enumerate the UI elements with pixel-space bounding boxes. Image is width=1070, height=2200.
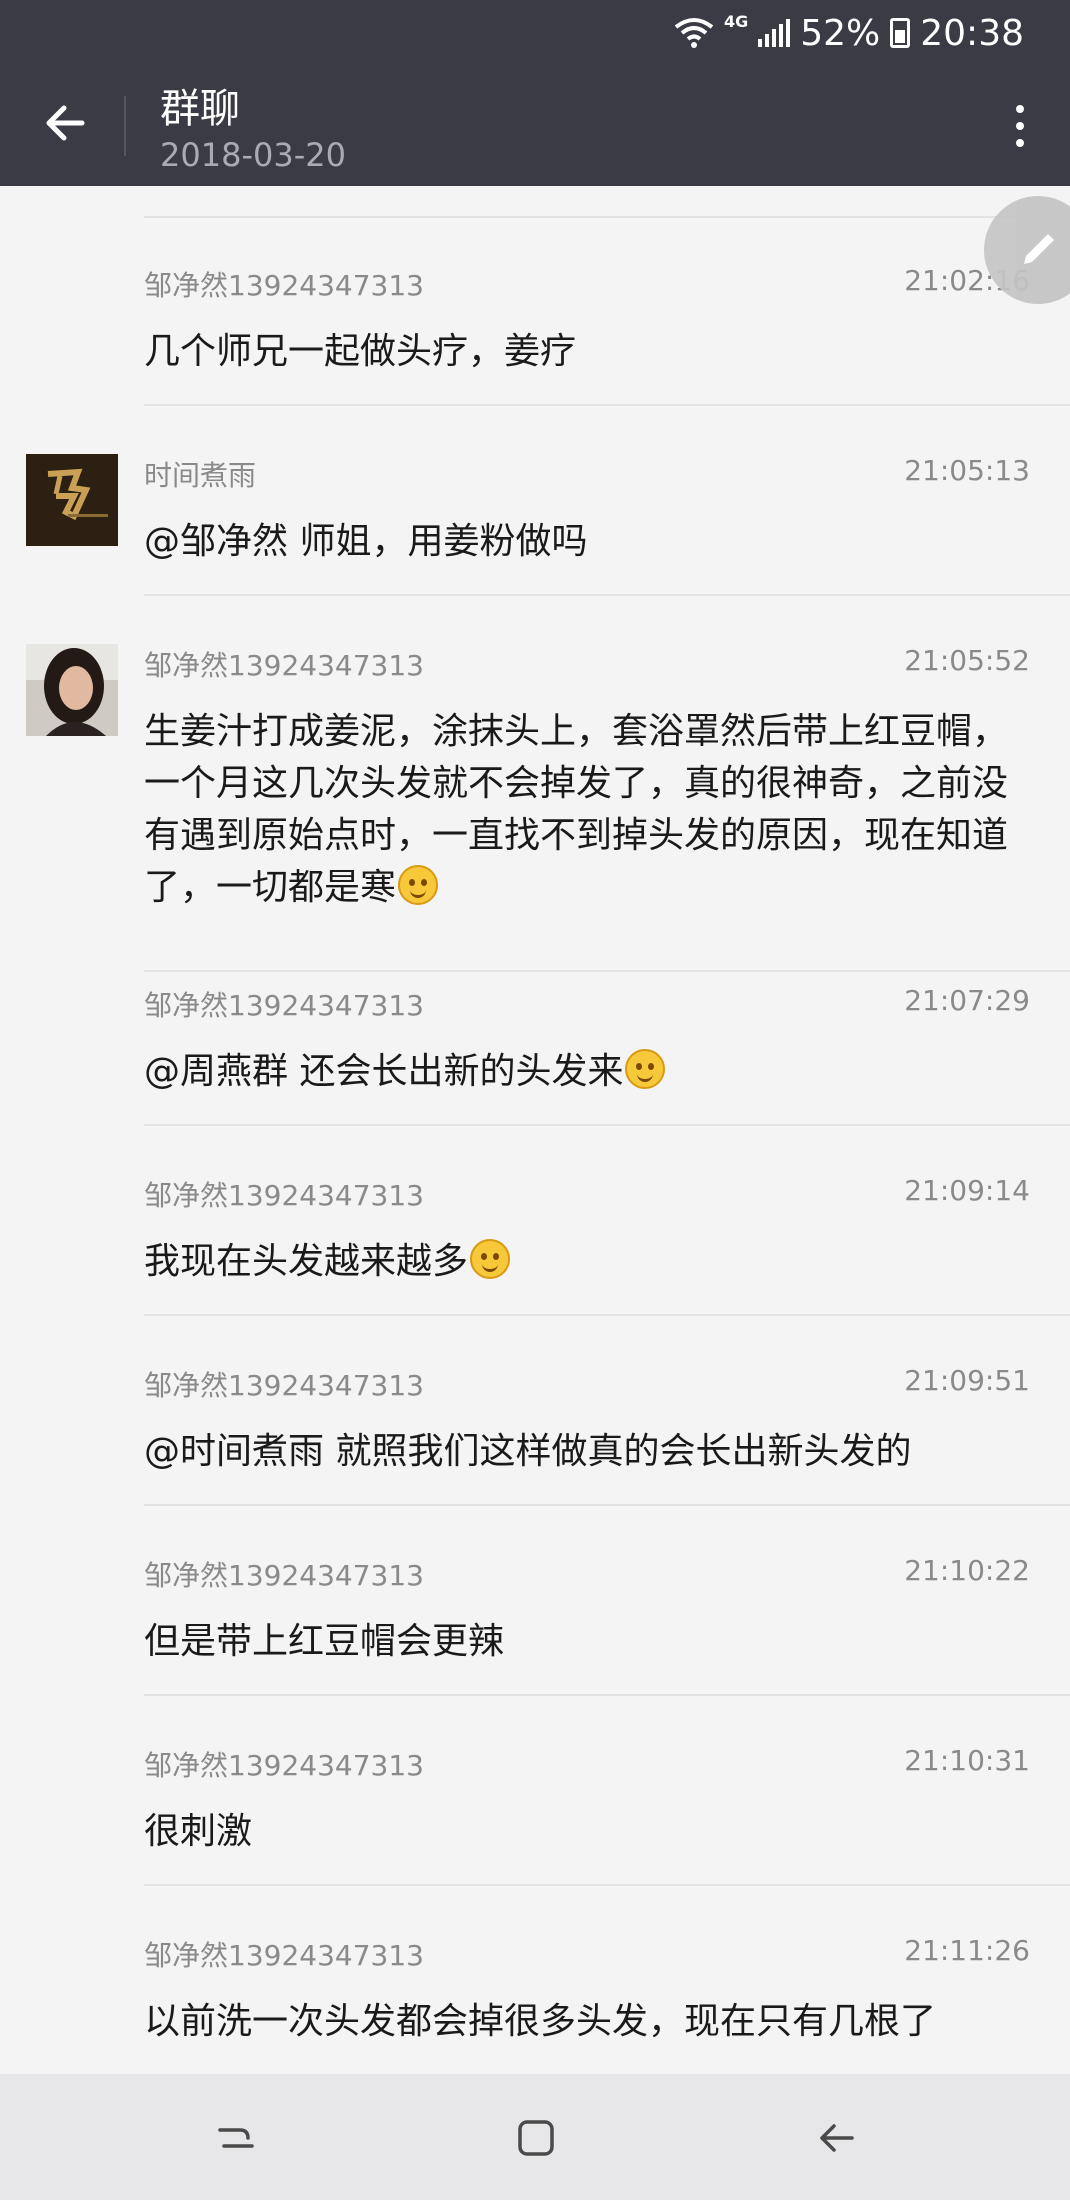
message-text: 但是带上红豆帽会更辣 [144,1621,505,1662]
top-bar: 4G 52% 20:38 群聊 2018-03-20 [0,0,1070,186]
battery-icon [890,18,911,48]
recent-apps-button[interactable] [206,2108,266,2168]
sender-name: 邹净然13924347313 [144,649,424,682]
list-item[interactable]: 邹净然13924347313 21:05:52 生姜汁打成姜泥，涂抹头上，套浴罩… [0,644,1070,1004]
message-time: 21:10:22 [904,1554,1030,1587]
message-text: 我现在头发越来越多 [144,1236,1024,1288]
message-text: 很刺激 [144,1811,253,1852]
status-bar: 4G 52% 20:38 [674,8,1024,58]
message-time: 21:07:29 [904,984,1030,1017]
sender-name: 邹净然13924347313 [144,1749,424,1782]
message-time: 21:05:52 [904,644,1030,677]
message-time: 21:09:14 [904,1174,1030,1207]
divider [144,1314,1070,1316]
divider [144,970,1070,972]
divider [144,594,1070,596]
message-text-content: 我现在头发越来越多 [144,1241,469,1282]
sender-name: 邹净然13924347313 [144,1559,424,1592]
message-text: 几个师兄一起做头疗，姜疗 [144,331,577,372]
clock: 20:38 [920,12,1024,54]
list-item[interactable]: 时间煮雨 21:05:13 @邹净然 师姐，用姜粉做吗 [0,454,1070,626]
message-time: 21:09:51 [904,1364,1030,1397]
divider [144,1124,1070,1126]
message-text: @时间煮雨 就照我们这样做真的会长出新头发的 [144,1431,912,1472]
pencil-icon [1024,234,1054,264]
smile-emoji-icon [625,1049,666,1089]
message-text: 以前洗一次头发都会掉很多头发，现在只有几根了 [144,2001,937,2042]
divider [144,216,1070,218]
wifi-icon [674,18,714,48]
message-text-content: 生姜汁打成姜泥，涂抹头上，套浴罩然后带上红豆帽，一个月这几次头发就不会掉发了，真… [144,711,1009,908]
message-text: 生姜汁打成姜泥，涂抹头上，套浴罩然后带上红豆帽，一个月这几次头发就不会掉发了，真… [144,706,1024,914]
network-type: 4G [723,11,749,31]
list-item[interactable]: 邹净然13924347313 21:10:31 很刺激 [0,1744,1070,1916]
home-button[interactable] [506,2108,566,2168]
more-vertical-icon [1016,105,1024,113]
back-button[interactable] [38,96,92,150]
divider [144,1504,1070,1506]
message-time: 21:05:13 [904,454,1030,487]
page-title: 群聊 [160,86,240,132]
avatar-image [26,644,118,736]
list-item[interactable]: 邹净然13924347313 21:10:22 但是带上红豆帽会更辣 [0,1554,1070,1726]
battery-percent: 52% [800,12,881,54]
list-item[interactable]: 邹净然13924347313 21:11:26 以前洗一次头发都会掉很多头发，现… [0,1934,1070,2074]
back-icon [820,2124,854,2152]
avatar[interactable] [26,454,118,546]
more-button[interactable] [1000,96,1040,156]
smile-emoji-icon [470,1239,511,1279]
smile-emoji-icon [398,865,439,905]
home-icon [518,2120,554,2156]
sender-name: 邹净然13924347313 [144,989,424,1022]
list-item[interactable]: 邹净然13924347313 21:09:14 我现在头发越来越多 [0,1174,1070,1346]
list-item[interactable]: 邹净然13924347313 21:09:51 @时间煮雨 就照我们这样做真的会… [0,1364,1070,1536]
message-time: 21:10:31 [904,1744,1030,1777]
sender-name: 邹净然13924347313 [144,269,424,302]
avatar-image [26,454,118,546]
divider [144,404,1070,406]
sender-name: 邹净然13924347313 [144,1369,424,1402]
message-time: 21:11:26 [904,1934,1030,1967]
arrow-left-icon [46,105,85,141]
page-subtitle-date: 2018-03-20 [160,136,346,174]
sender-name: 时间煮雨 [144,459,257,492]
recent-apps-icon [218,2128,254,2148]
nav-back-button[interactable] [806,2108,866,2168]
list-item[interactable]: 邹净然13924347313 21:07:29 @周燕群 还会长出新的头发来 [0,984,1070,1156]
divider [144,1884,1070,1886]
avatar[interactable] [26,644,118,736]
message-text-content: @周燕群 还会长出新的头发来 [144,1051,624,1092]
message-list[interactable]: 邹净然13924347313 21:02:16 几个师兄一起做头疗，姜疗 时间煮… [0,186,1070,2074]
list-item[interactable]: 邹净然13924347313 21:02:16 几个师兄一起做头疗，姜疗 [0,264,1070,436]
sender-name: 邹净然13924347313 [144,1939,424,1972]
signal-icon [758,19,791,47]
divider [144,1694,1070,1696]
message-text: @周燕群 还会长出新的头发来 [144,1046,1024,1098]
sender-name: 邹净然13924347313 [144,1179,424,1212]
message-text: @邹净然 师姐，用姜粉做吗 [144,521,588,562]
system-nav-bar [0,2074,1070,2200]
header-divider [124,96,126,156]
